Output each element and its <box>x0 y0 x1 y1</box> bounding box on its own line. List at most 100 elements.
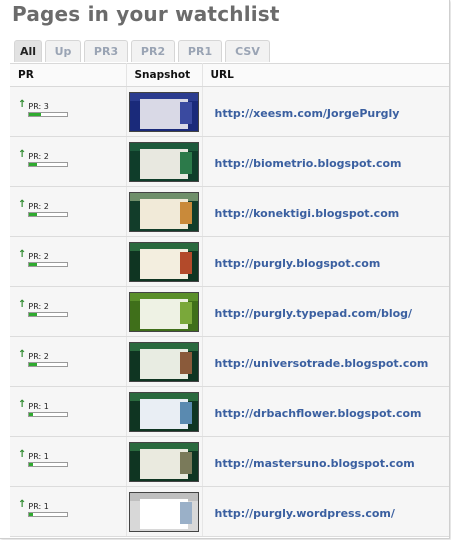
page-title: Pages in your watchlist <box>12 2 280 26</box>
thumbnail-sidebar <box>180 501 192 524</box>
thumbnail-sidebar <box>180 401 192 424</box>
pr-bar <box>28 362 69 367</box>
pr-column-header[interactable]: PR <box>10 63 127 87</box>
pr-bar-fill <box>29 413 34 416</box>
tab-pr1[interactable]: PR1 <box>178 40 222 62</box>
url-column-header[interactable]: URL <box>202 63 449 87</box>
url-cell: http://drbachflower.blogspot.com <box>202 386 449 437</box>
up-arrow-icon: ↑ <box>18 499 27 510</box>
tab-up[interactable]: Up <box>45 40 81 62</box>
pr-bar <box>28 262 69 267</box>
pagerank-indicator: PR: 1 <box>28 502 69 517</box>
url-link[interactable]: http://xeesm.com/JorgePurgly <box>215 107 400 120</box>
url-cell: http://universotrade.blogspot.com <box>202 336 449 387</box>
snapshot-thumbnail[interactable] <box>129 491 199 532</box>
snapshot-cell <box>126 186 203 237</box>
pr-bar-fill <box>29 113 41 116</box>
url-cell: http://xeesm.com/JorgePurgly <box>202 86 449 137</box>
pr-label: PR: 2 <box>28 152 49 161</box>
pr-label: PR: 1 <box>28 402 49 411</box>
url-cell: http://biometrio.blogspot.com <box>202 136 449 187</box>
up-arrow-icon: ↑ <box>18 399 27 410</box>
snapshot-thumbnail[interactable] <box>129 141 199 182</box>
pr-cell: ↑ PR: 2 <box>10 336 127 387</box>
pr-cell: ↑ PR: 2 <box>10 236 127 287</box>
pr-label: PR: 1 <box>28 502 49 511</box>
url-cell: http://purgly.typepad.com/blog/ <box>202 286 449 337</box>
thumbnail-sidebar <box>180 101 192 124</box>
tab-csv[interactable]: CSV <box>225 40 270 62</box>
pr-bar <box>28 512 69 517</box>
pr-cell: ↑ PR: 1 <box>10 486 127 537</box>
tab-pr3[interactable]: PR3 <box>84 40 128 62</box>
table-header-row: PR Snapshot URL <box>10 63 449 87</box>
pr-cell: ↑ PR: 2 <box>10 136 127 187</box>
pr-bar-fill <box>29 463 34 466</box>
table-row: ↑ PR: 1 http://drbachflower.blogspot.com <box>10 386 449 437</box>
snapshot-cell <box>126 136 203 187</box>
tab-pr2[interactable]: PR2 <box>131 40 175 62</box>
pr-label: PR: 2 <box>28 202 49 211</box>
thumbnail-sidebar <box>180 301 192 324</box>
pagerank-indicator: PR: 2 <box>28 152 69 167</box>
snapshot-thumbnail[interactable] <box>129 391 199 432</box>
tab-all[interactable]: All <box>14 40 42 62</box>
pr-bar-fill <box>29 363 37 366</box>
pagerank-indicator: PR: 2 <box>28 252 69 267</box>
url-cell: http://mastersuno.blogspot.com <box>202 436 449 487</box>
snapshot-thumbnail[interactable] <box>129 441 199 482</box>
table-row: ↑ PR: 2 http://universotrade.blogspot.com <box>10 336 449 387</box>
up-arrow-icon: ↑ <box>18 199 27 210</box>
pr-bar <box>28 212 69 217</box>
url-link[interactable]: http://drbachflower.blogspot.com <box>215 407 422 420</box>
watchlist-table: PR Snapshot URL ↑ PR: 3 http://xeesm.com/J… <box>10 63 449 537</box>
pr-label: PR: 2 <box>28 302 49 311</box>
pagerank-indicator: PR: 1 <box>28 402 69 417</box>
pr-bar-fill <box>29 313 37 316</box>
pr-label: PR: 2 <box>28 252 49 261</box>
url-link[interactable]: http://purgly.typepad.com/blog/ <box>215 307 413 320</box>
url-cell: http://purgly.blogspot.com <box>202 236 449 287</box>
table-row: ↑ PR: 2 http://biometrio.blogspot.com <box>10 136 449 187</box>
url-link[interactable]: http://universotrade.blogspot.com <box>215 357 429 370</box>
table-row: ↑ PR: 2 http://purgly.typepad.com/blog/ <box>10 286 449 337</box>
pr-bar <box>28 412 69 417</box>
pr-bar <box>28 462 69 467</box>
up-arrow-icon: ↑ <box>18 149 27 160</box>
pagerank-indicator: PR: 2 <box>28 302 69 317</box>
snapshot-cell <box>126 236 203 287</box>
pr-cell: ↑ PR: 2 <box>10 286 127 337</box>
tab-bar: All Up PR3 PR2 PR1 CSV <box>14 40 270 63</box>
pr-bar <box>28 162 69 167</box>
up-arrow-icon: ↑ <box>18 299 27 310</box>
thumbnail-sidebar <box>180 351 192 374</box>
pr-label: PR: 3 <box>28 102 49 111</box>
url-link[interactable]: http://purgly.blogspot.com <box>215 257 381 270</box>
url-link[interactable]: http://purgly.wordpress.com/ <box>215 507 395 520</box>
thumbnail-sidebar <box>180 451 192 474</box>
up-arrow-icon: ↑ <box>18 349 27 360</box>
snapshot-cell <box>126 486 203 537</box>
pr-bar-fill <box>29 213 37 216</box>
thumbnail-sidebar <box>180 201 192 224</box>
pagerank-indicator: PR: 3 <box>28 102 69 117</box>
table-row: ↑ PR: 3 http://xeesm.com/JorgePurgly <box>10 86 449 137</box>
snapshot-thumbnail[interactable] <box>129 91 199 132</box>
snapshot-cell <box>126 386 203 437</box>
pr-bar <box>28 312 69 317</box>
snapshot-thumbnail[interactable] <box>129 341 199 382</box>
url-link[interactable]: http://biometrio.blogspot.com <box>215 157 402 170</box>
snapshot-thumbnail[interactable] <box>129 241 199 282</box>
url-link[interactable]: http://konektigi.blogspot.com <box>215 207 400 220</box>
thumbnail-sidebar <box>180 251 192 274</box>
snapshot-thumbnail[interactable] <box>129 191 199 232</box>
pr-bar <box>28 112 69 117</box>
pr-cell: ↑ PR: 1 <box>10 386 127 437</box>
url-link[interactable]: http://mastersuno.blogspot.com <box>215 457 415 470</box>
snapshot-cell <box>126 86 203 137</box>
pr-bar-fill <box>29 263 37 266</box>
table-row: ↑ PR: 2 http://purgly.blogspot.com <box>10 236 449 287</box>
up-arrow-icon: ↑ <box>18 99 27 110</box>
pr-cell: ↑ PR: 1 <box>10 436 127 487</box>
snapshot-thumbnail[interactable] <box>129 291 199 332</box>
